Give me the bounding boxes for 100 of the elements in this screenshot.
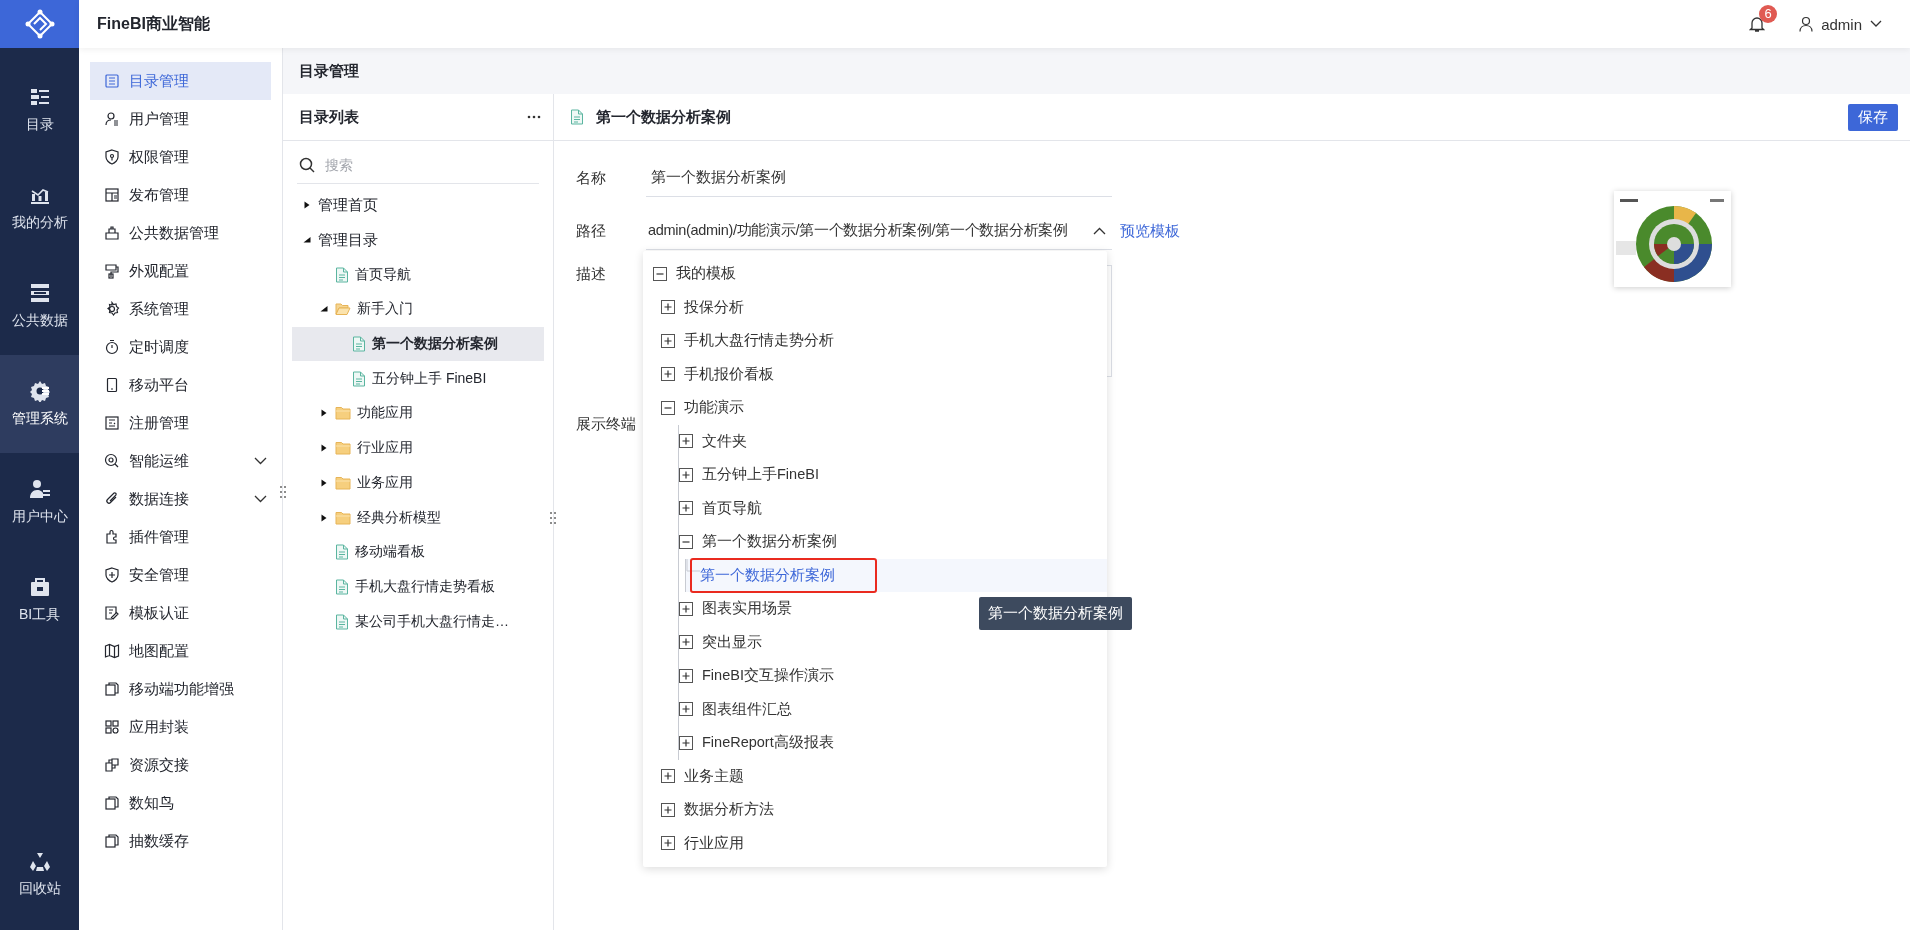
collapse-icon[interactable] (661, 400, 675, 415)
expand-icon[interactable] (679, 735, 693, 750)
tree-item[interactable]: 业务应用 (292, 465, 544, 501)
tree-item[interactable]: 首页导航 (292, 257, 544, 293)
caret-right-icon[interactable] (320, 409, 328, 418)
dropdown-option[interactable]: 五分钟上手FineBI (679, 458, 1107, 492)
menu-icon (104, 301, 120, 317)
dropdown-option[interactable]: FineReport高级报表 (679, 726, 1107, 760)
tree-item[interactable]: 五分钟上手 FineBI (292, 361, 544, 397)
bell-icon[interactable] (1749, 15, 1766, 33)
dropdown-option[interactable]: 手机报价看板 (661, 357, 1107, 391)
menu-item[interactable]: 用户管理 (90, 100, 271, 138)
tree-item[interactable]: 功能应用 (292, 396, 544, 431)
tree-item[interactable]: 新手入门 (292, 292, 544, 327)
rail-item[interactable]: 管理系统 (0, 355, 79, 453)
expand-icon[interactable] (679, 467, 693, 482)
menu-item[interactable]: 定时调度 (90, 328, 271, 366)
dropdown-option[interactable]: 第一个数据分析案例 (686, 558, 1107, 592)
collapse-icon[interactable] (679, 534, 693, 549)
name-field[interactable]: 第一个数据分析案例 (646, 168, 1112, 187)
expand-icon[interactable] (679, 601, 693, 616)
expand-icon[interactable] (661, 367, 675, 382)
dropdown-option[interactable]: 我的模板 (643, 257, 1107, 291)
expand-icon[interactable] (661, 802, 675, 817)
dropdown-option[interactable]: 数据分析方法 (661, 793, 1107, 827)
caret-right-icon[interactable] (320, 478, 328, 487)
rail-item[interactable]: 我的分析 (0, 159, 79, 257)
expand-icon[interactable] (679, 702, 693, 717)
tree-item[interactable]: 第一个数据分析案例 (292, 326, 544, 362)
menu-item[interactable]: 资源交接 (90, 746, 271, 784)
dropdown-option[interactable]: 第一个数据分析案例 (679, 525, 1107, 559)
caret-down-icon[interactable] (303, 236, 311, 245)
drag-handle-icon[interactable] (280, 486, 286, 498)
logo[interactable] (0, 0, 79, 48)
collapse-icon[interactable] (653, 266, 667, 281)
path-select[interactable]: admin(admin)/功能演示/第一个数据分析案例/第一个数据分析案例 (646, 212, 1112, 250)
menu-item[interactable]: 数知鸟 (90, 784, 271, 822)
tree-item[interactable]: 行业应用 (292, 430, 544, 466)
menu-item[interactable]: 地图配置 (90, 632, 271, 670)
more-icon[interactable] (527, 115, 541, 119)
rail-item[interactable]: 公共数据 (0, 257, 79, 355)
menu-item[interactable]: 应用封装 (90, 708, 271, 746)
dropdown-option[interactable]: 文件夹 (679, 424, 1107, 458)
caret-right-icon[interactable] (320, 513, 328, 522)
menu-item[interactable]: 智能运维 (90, 442, 271, 480)
rail-item[interactable]: 用户中心 (0, 453, 79, 551)
menu-item[interactable]: 目录管理 (90, 62, 271, 100)
menu-item[interactable]: 模板认证 (90, 594, 271, 632)
dropdown-option[interactable]: 功能演示 (661, 391, 1107, 425)
dropdown-option[interactable]: 行业应用 (661, 826, 1107, 860)
detail-title: 第一个数据分析案例 (596, 107, 732, 127)
dropdown-option[interactable]: FineBI交互操作演示 (679, 659, 1107, 693)
dropdown-option[interactable]: 投保分析 (661, 290, 1107, 324)
dropdown-option[interactable]: 业务主题 (661, 759, 1107, 793)
save-button[interactable]: 保存 (1848, 103, 1898, 131)
caret-right-icon[interactable] (320, 444, 328, 453)
expand-icon[interactable] (679, 501, 693, 516)
menu-item[interactable]: 插件管理 (90, 518, 271, 556)
drag-handle-icon[interactable] (550, 512, 556, 524)
tree-item[interactable]: 管理首页 (292, 188, 544, 223)
file-icon (335, 578, 349, 595)
tree-item[interactable]: 某公司手机大盘行情走… (292, 604, 544, 639)
expand-icon[interactable] (679, 668, 693, 683)
preview-link[interactable]: 预览模板 (1120, 221, 1180, 241)
rail-icon (28, 380, 51, 402)
menu-item[interactable]: 安全管理 (90, 556, 271, 594)
expand-icon[interactable] (661, 333, 675, 348)
caret-right-icon[interactable] (303, 201, 311, 210)
tree-item[interactable]: 管理目录 (292, 222, 544, 258)
dropdown-option[interactable]: 首页导航 (679, 491, 1107, 525)
expand-icon[interactable] (661, 769, 675, 784)
tree-item[interactable]: 手机大盘行情走势看板 (292, 569, 544, 605)
expand-icon[interactable] (679, 434, 693, 449)
tree-item[interactable]: 移动端看板 (292, 534, 544, 570)
dropdown-option[interactable]: 手机大盘行情走势分析 (661, 324, 1107, 358)
menu-item[interactable]: 移动端功能增强 (90, 670, 271, 708)
menu-item[interactable]: 发布管理 (90, 176, 271, 214)
tree-item[interactable]: 经典分析模型 (292, 500, 544, 535)
menu-icon (104, 719, 120, 735)
expand-icon[interactable] (661, 300, 675, 315)
menu-item[interactable]: 公共数据管理 (90, 214, 271, 252)
caret-down-icon[interactable] (320, 305, 328, 314)
menu-item[interactable]: 系统管理 (90, 290, 271, 328)
menu-item[interactable]: 权限管理 (90, 138, 271, 176)
rail-item[interactable]: BI工具 (0, 551, 79, 649)
menu-item[interactable]: 移动平台 (90, 366, 271, 404)
menu-item[interactable]: 注册管理 (90, 404, 271, 442)
menu-item[interactable]: 外观配置 (90, 252, 271, 290)
user-menu[interactable]: admin (1799, 15, 1882, 33)
rail-item[interactable]: 目录 (0, 61, 79, 159)
dropdown-option[interactable]: 图表组件汇总 (679, 692, 1107, 726)
chevron-down-icon (1870, 20, 1882, 28)
search-field[interactable]: 搜索 (323, 156, 539, 174)
menu-item[interactable]: 抽数缓存 (90, 822, 271, 860)
tooltip: 第一个数据分析案例 (979, 597, 1132, 630)
menu-item[interactable]: 数据连接 (90, 480, 271, 518)
expand-icon[interactable] (679, 635, 693, 650)
rail-item[interactable]: 回收站 (0, 826, 79, 924)
expand-icon[interactable] (661, 836, 675, 851)
menu-icon (104, 225, 120, 241)
